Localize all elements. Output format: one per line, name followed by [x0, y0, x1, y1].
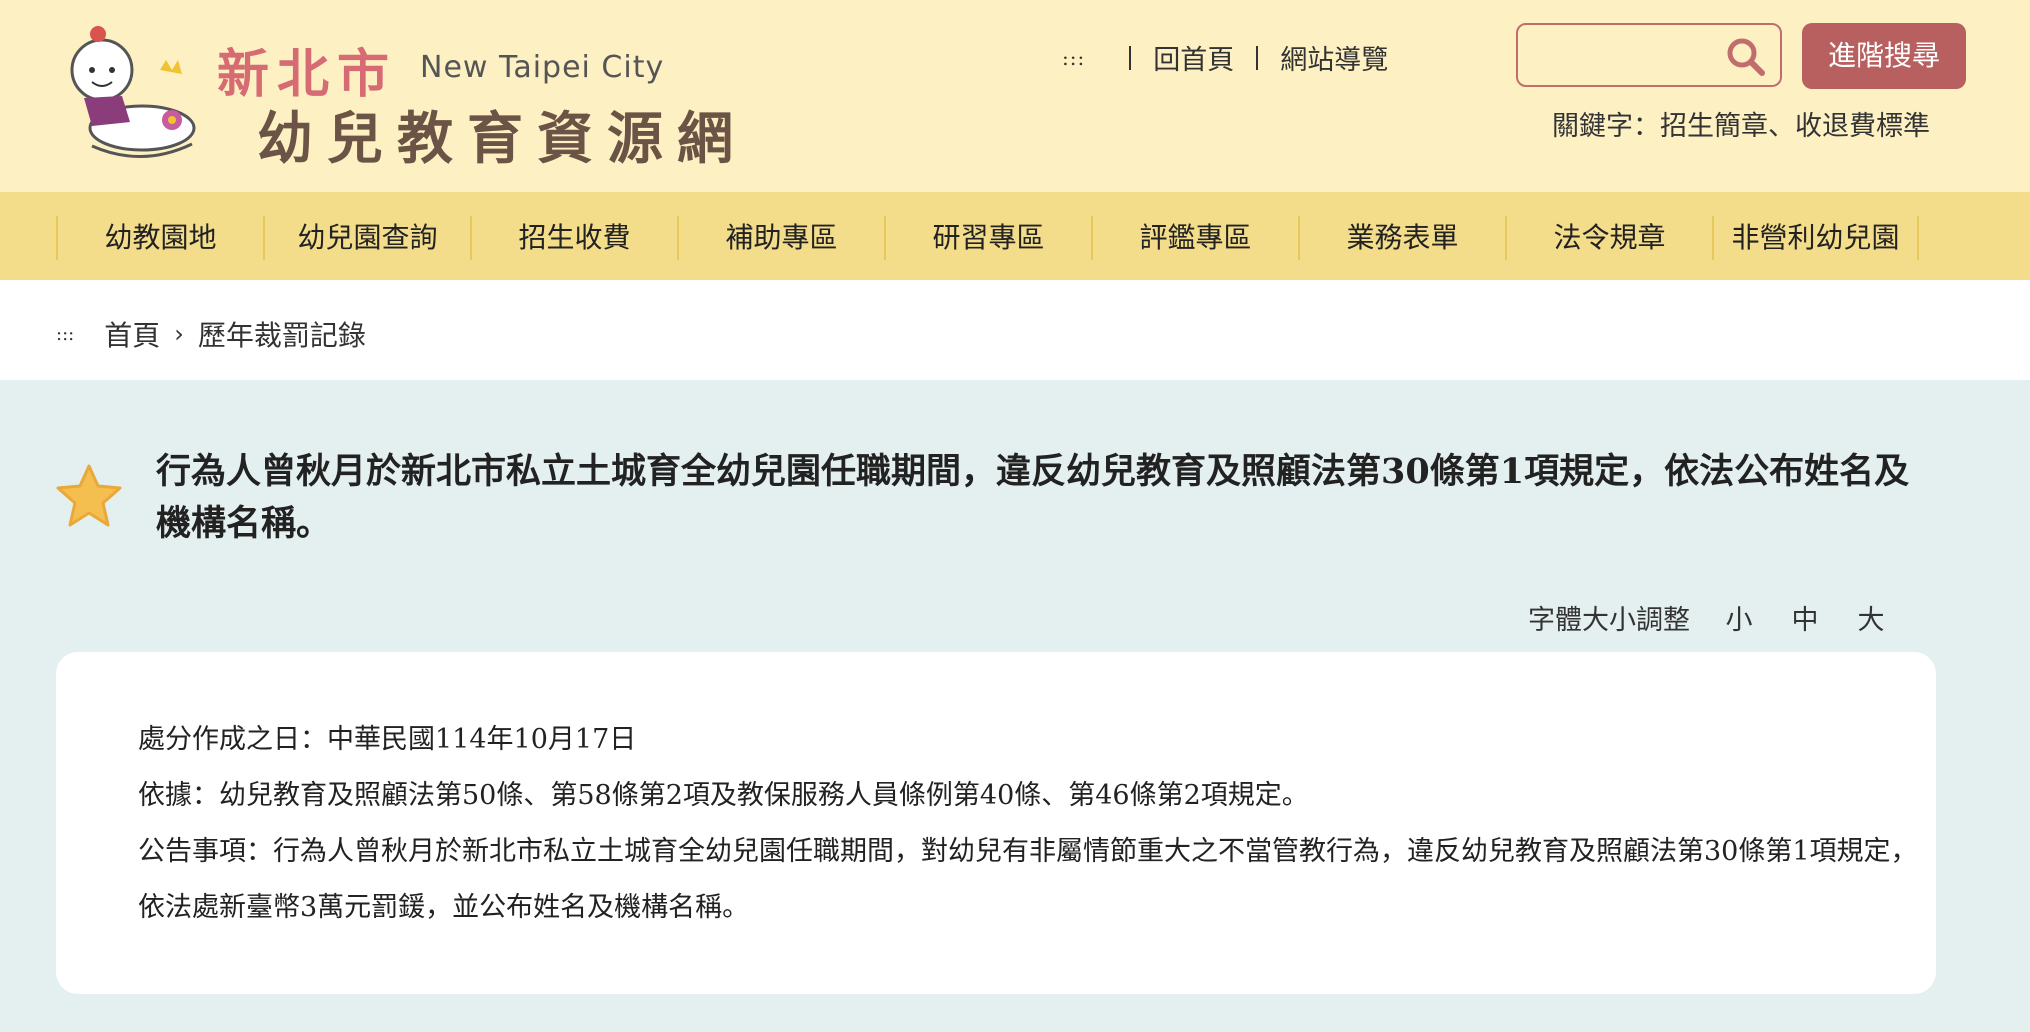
nav-item-nonprofit[interactable]: 非營利幼兒園 — [1712, 216, 1919, 260]
star-icon — [56, 464, 122, 527]
nav-item-forms[interactable]: 業務表單 — [1298, 216, 1505, 260]
divider — [1129, 45, 1132, 70]
font-large-button[interactable]: 大 — [1846, 598, 1896, 637]
nav-item-enrollment-fees[interactable]: 招生收費 — [470, 216, 677, 260]
nav-item-regulations[interactable]: 法令規章 — [1505, 216, 1712, 260]
logo-subtitle: 幼兒教育資源網 — [257, 107, 747, 172]
font-size-control: 字體大小調整 小 中 大 — [1528, 598, 1896, 637]
breadcrumb-home[interactable]: 首頁 — [104, 314, 160, 354]
page-title: 行為人曾秋月於新北市私立土城育全幼兒園任職期間，違反幼兒教育及照顧法第30條第1… — [156, 451, 1910, 544]
home-link[interactable]: 回首頁 — [1153, 38, 1234, 77]
accesskey-content[interactable]: ::: — [56, 324, 74, 345]
nav-item-subsidy[interactable]: 補助專區 — [677, 216, 884, 260]
mascot-logo — [70, 26, 196, 158]
breadcrumb-bar: ::: 首頁 › 歷年裁罰記錄 — [0, 280, 2030, 380]
top-utility-nav: ::: 回首頁 網站導覽 — [1062, 38, 1388, 77]
nav-item-kindergarten-search[interactable]: 幼兒園查詢 — [263, 216, 470, 260]
breadcrumb-current: 歷年裁罰記錄 — [197, 319, 366, 352]
search-icon[interactable] — [1726, 37, 1766, 77]
content-card: 處分作成之日：中華民國114年10月17日 依據：幼兒教育及照顧法第50條、第5… — [56, 652, 1936, 994]
nav-item-training[interactable]: 研習專區 — [884, 216, 1091, 260]
font-medium-button[interactable]: 中 — [1780, 598, 1830, 637]
site-header: 新北市 New Taipei City 幼兒教育資源網 ::: 回首頁 網站導覽… — [0, 0, 2030, 192]
announcement: 公告事項：行為人曾秋月於新北市私立土城育全幼兒園任職期間，對幼兒有非屬情節重大之… — [138, 836, 1918, 923]
main-navigation: 幼教園地 幼兒園查詢 招生收費 補助專區 研習專區 評鑑專區 業務表單 法令規章… — [0, 192, 2030, 280]
wave-divider — [0, 380, 2030, 410]
sitemap-link[interactable]: 網站導覽 — [1280, 38, 1388, 77]
font-small-button[interactable]: 小 — [1714, 598, 1764, 637]
accesskey-top[interactable]: ::: — [1062, 46, 1085, 70]
chevron-right-icon: › — [174, 320, 184, 348]
logo-english: New Taipei City — [420, 50, 665, 85]
nav-item-kindergarten-garden[interactable]: 幼教園地 — [56, 216, 263, 260]
legal-basis: 依據：幼兒教育及照顧法第50條、第58條第2項及教保服務人員條例第40條、第46… — [138, 780, 1309, 811]
divider — [1256, 45, 1259, 70]
nav-item-evaluation[interactable]: 評鑑專區 — [1091, 216, 1298, 260]
font-size-label: 字體大小調整 — [1528, 605, 1690, 636]
decision-date: 處分作成之日：中華民國114年10月17日 — [138, 724, 637, 755]
search-keywords: 關鍵字：招生簡章、收退費標準 — [1552, 111, 1930, 142]
search-input[interactable] — [1516, 23, 1782, 87]
breadcrumb: ::: 首頁 › 歷年裁罰記錄 — [56, 314, 366, 354]
article-body: 處分作成之日：中華民國114年10月17日 依據：幼兒教育及照顧法第50條、第5… — [138, 712, 1918, 936]
site-logo[interactable]: 新北市 New Taipei City 幼兒教育資源網 — [52, 18, 752, 172]
advanced-search-button[interactable]: 進階搜尋 — [1802, 23, 1966, 89]
